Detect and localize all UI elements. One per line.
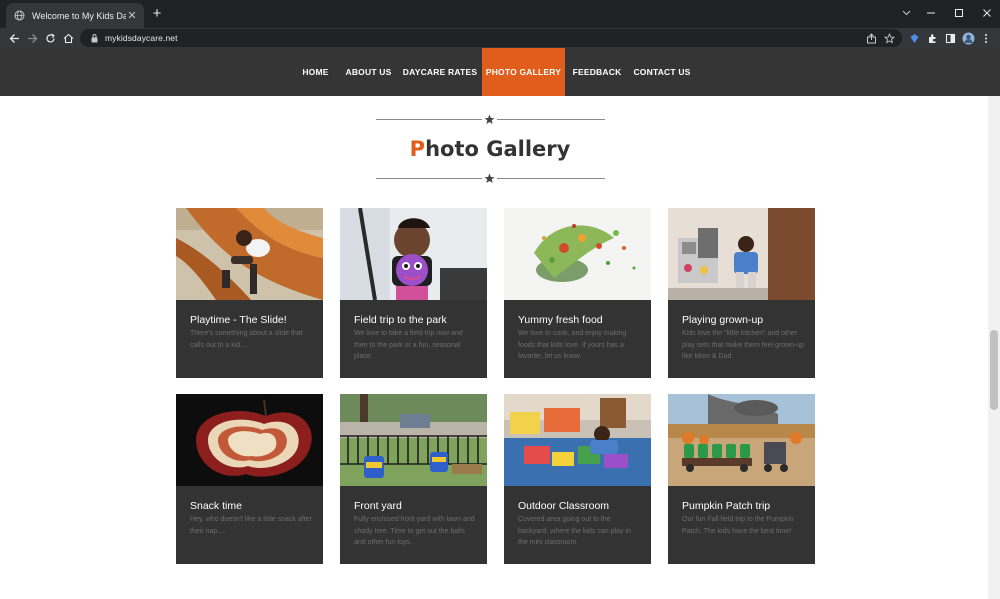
bookmark-star-icon[interactable] (882, 31, 896, 45)
page-title-initial: P (409, 137, 426, 161)
gallery-card-field-trip[interactable]: Field trip to the park We love to take a… (340, 208, 487, 378)
heading-divider-top-right (497, 119, 605, 120)
card-description: We love to cook, and enjoy making foods … (518, 330, 627, 360)
star-icon (484, 114, 495, 124)
home-icon[interactable] (60, 30, 76, 46)
url-text: mykidsdaycare.net (105, 33, 178, 43)
gallery-card-snack-time[interactable]: Snack time Hey, who doesn't like a littl… (176, 394, 323, 564)
nav-about-us[interactable]: ABOUT US (340, 48, 397, 96)
heading-divider-bottom-left (376, 178, 482, 179)
minimize-icon[interactable] (922, 4, 940, 22)
nav-daycare-rates[interactable]: DAYCARE RATES (401, 48, 479, 96)
card-title[interactable]: Yummy fresh food (518, 314, 644, 326)
apple-photo[interactable] (176, 394, 323, 486)
close-window-icon[interactable] (978, 4, 996, 22)
forward-icon[interactable] (24, 30, 40, 46)
nav-home[interactable]: HOME (295, 48, 336, 96)
card-title[interactable]: Snack time (190, 500, 316, 512)
heading-divider-top-left (376, 119, 482, 120)
card-title[interactable]: Playing grown-up (682, 314, 808, 326)
park-photo[interactable] (340, 208, 487, 300)
classroom-photo[interactable] (504, 394, 651, 486)
card-title[interactable]: Front yard (354, 500, 480, 512)
address-bar[interactable]: mykidsdaycare.net (80, 29, 902, 47)
card-title[interactable]: Outdoor Classroom (518, 500, 644, 512)
page-title: Photo Gallery (380, 137, 600, 161)
gallery-card-pumpkin-patch[interactable]: Pumpkin Patch trip Our fun Fall field tr… (668, 394, 815, 564)
page-title-rest: hoto Gallery (425, 137, 571, 161)
gallery-card-front-yard[interactable]: Front yard Fully enclosed front yard wit… (340, 394, 487, 564)
gallery-card-grown-up[interactable]: Playing grown-up Kids love the "little k… (668, 208, 815, 378)
globe-icon (14, 10, 25, 21)
card-description: There's something about a slide that cal… (190, 330, 303, 349)
kebab-menu-icon[interactable] (978, 30, 994, 46)
front-yard-photo[interactable] (340, 394, 487, 486)
card-description: Covered area going out to the backyard, … (518, 516, 631, 546)
slide-photo[interactable] (176, 208, 323, 300)
gallery-card-playtime-slide[interactable]: Playtime - The Slide! There's something … (176, 208, 323, 378)
card-description: Our fun Fall field trip to the Pumpkin P… (682, 516, 794, 535)
card-title[interactable]: Field trip to the park (354, 314, 480, 326)
lock-icon[interactable] (90, 33, 99, 43)
card-description: We love to take a field trip now and the… (354, 330, 463, 360)
side-panel-icon[interactable] (942, 30, 958, 46)
play-kitchen-photo[interactable] (668, 208, 815, 300)
chevron-down-icon[interactable] (897, 4, 915, 22)
site-navigation: HOME ABOUT US DAYCARE RATES PHOTO GALLER… (0, 48, 1000, 96)
back-icon[interactable] (6, 30, 22, 46)
browser-tab[interactable]: Welcome to My Kids Daycare ✕ (6, 3, 144, 28)
tab-strip: Welcome to My Kids Daycare ✕ + (0, 0, 1000, 28)
reload-icon[interactable] (42, 30, 58, 46)
star-icon (484, 173, 495, 183)
gallery-card-fresh-food[interactable]: Yummy fresh food We love to cook, and en… (504, 208, 651, 378)
card-description: Fully enclosed front yard with lawn and … (354, 516, 475, 546)
heading-divider-bottom-right (497, 178, 605, 179)
browser-window: Welcome to My Kids Daycare ✕ + (0, 0, 1000, 599)
card-description: Kids love the "little kitchen" and other… (682, 330, 805, 360)
gallery-card-outdoor-classroom[interactable]: Outdoor Classroom Covered area going out… (504, 394, 651, 564)
maximize-icon[interactable] (950, 4, 968, 22)
card-title[interactable]: Pumpkin Patch trip (682, 500, 808, 512)
extension-icon[interactable] (906, 30, 922, 46)
puzzle-icon[interactable] (924, 30, 940, 46)
scrollbar-thumb[interactable] (990, 330, 998, 410)
tab-title: Welcome to My Kids Daycare (32, 10, 126, 21)
pumpkin-patch-photo[interactable] (668, 394, 815, 486)
new-tab-icon[interactable]: + (150, 6, 164, 21)
share-icon[interactable] (864, 31, 878, 45)
nav-photo-gallery[interactable]: PHOTO GALLERY (482, 48, 565, 96)
nav-contact-us[interactable]: CONTACT US (629, 48, 695, 96)
food-photo[interactable] (504, 208, 651, 300)
close-tab-icon[interactable]: ✕ (126, 10, 138, 22)
nav-feedback[interactable]: FEEDBACK (569, 48, 625, 96)
card-title[interactable]: Playtime - The Slide! (190, 314, 316, 326)
card-description: Hey, who doesn't like a little snack aft… (190, 516, 312, 535)
browser-toolbar: mykidsdaycare.net (0, 28, 1000, 48)
profile-avatar[interactable] (960, 30, 976, 46)
